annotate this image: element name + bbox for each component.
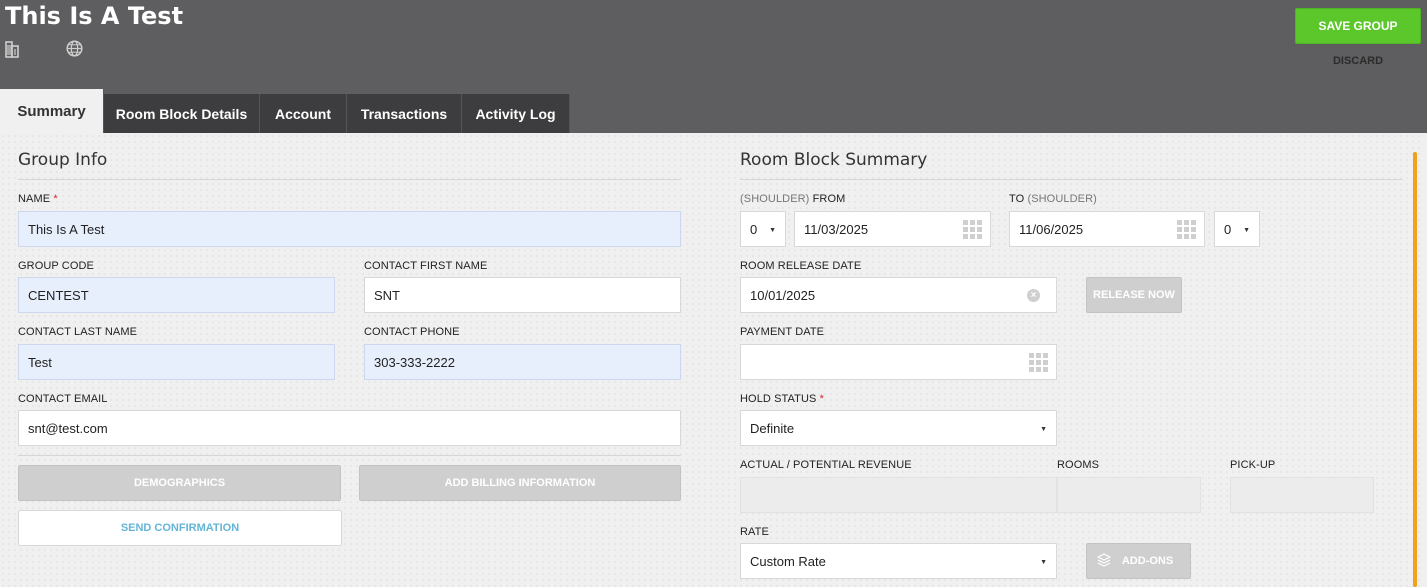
payment-date-field[interactable] bbox=[740, 344, 1057, 380]
tab-account[interactable]: Account bbox=[260, 94, 347, 133]
divider bbox=[18, 455, 681, 456]
to-shoulder-value: 0 bbox=[1224, 221, 1232, 237]
divider bbox=[18, 179, 681, 180]
to-shoulder-select[interactable]: 0 ▼ bbox=[1214, 211, 1260, 247]
required-marker: * bbox=[819, 393, 825, 405]
contact-first-name-label: CONTACT FIRST NAME bbox=[364, 260, 488, 272]
calendar-icon[interactable] bbox=[963, 220, 982, 239]
rooms-label: ROOMS bbox=[1057, 459, 1100, 471]
tab-activity-log[interactable]: Activity Log bbox=[462, 94, 570, 133]
from-date-value: 11/03/2025 bbox=[804, 221, 869, 237]
required-marker: * bbox=[53, 193, 58, 205]
release-now-button[interactable]: RELEASE NOW bbox=[1086, 277, 1182, 313]
to-label: TO (SHOULDER) bbox=[1009, 193, 1097, 205]
tab-room-block-details[interactable]: Room Block Details bbox=[104, 94, 260, 133]
add-ons-label: ADD-ONS bbox=[1121, 555, 1174, 567]
hold-status-label: HOLD STATUS * bbox=[740, 393, 825, 405]
pick-up-label: PICK-UP bbox=[1230, 459, 1276, 471]
contact-phone-field[interactable]: 303-333-2222 bbox=[364, 344, 681, 380]
rate-value: Custom Rate bbox=[750, 553, 826, 569]
to-date-value: 11/06/2025 bbox=[1019, 221, 1084, 237]
send-confirmation-button[interactable]: SEND CONFIRMATION bbox=[18, 510, 342, 546]
calendar-icon[interactable] bbox=[1029, 353, 1048, 372]
contact-phone-label: CONTACT PHONE bbox=[364, 326, 460, 338]
from-shoulder-value: 0 bbox=[750, 221, 758, 237]
divider bbox=[740, 179, 1403, 180]
contact-email-field[interactable]: snt@test.com bbox=[18, 410, 681, 446]
revenue-label: ACTUAL / POTENTIAL REVENUE bbox=[740, 459, 912, 471]
contact-first-name-field[interactable]: SNT bbox=[364, 277, 681, 313]
name-field[interactable]: This Is A Test bbox=[18, 211, 681, 247]
discard-link[interactable]: DISCARD bbox=[1295, 55, 1421, 67]
contact-last-name-field[interactable]: Test bbox=[18, 344, 335, 380]
caret-down-icon: ▼ bbox=[1040, 426, 1047, 433]
contact-email-label: CONTACT EMAIL bbox=[18, 393, 108, 405]
room-release-date-field[interactable]: 10/01/2025 × bbox=[740, 277, 1057, 313]
from-date-field[interactable]: 11/03/2025 bbox=[794, 211, 991, 247]
rooms-field bbox=[1057, 477, 1201, 513]
group-info-title: Group Info bbox=[18, 150, 108, 170]
from-label: (SHOULDER) FROM bbox=[740, 193, 846, 205]
group-code-field[interactable]: CENTEST bbox=[18, 277, 335, 313]
contact-last-name-label: CONTACT LAST NAME bbox=[18, 326, 138, 338]
add-billing-information-button[interactable]: ADD BILLING INFORMATION bbox=[359, 465, 681, 501]
building-icon[interactable] bbox=[5, 40, 21, 58]
rate-label: RATE bbox=[740, 526, 769, 538]
calendar-icon[interactable] bbox=[1177, 220, 1196, 239]
pick-up-field bbox=[1230, 477, 1374, 513]
to-date-field[interactable]: 11/06/2025 bbox=[1009, 211, 1205, 247]
page-title: This Is A Test bbox=[5, 2, 184, 30]
demographics-button[interactable]: DEMOGRAPHICS bbox=[18, 465, 341, 501]
caret-down-icon: ▼ bbox=[769, 227, 776, 234]
layers-icon bbox=[1096, 553, 1112, 570]
add-ons-button[interactable]: ADD-ONS bbox=[1086, 543, 1191, 579]
hold-status-value: Definite bbox=[750, 420, 795, 436]
save-group-button[interactable]: SAVE GROUP bbox=[1295, 8, 1421, 44]
tab-bar: Summary Room Block Details Account Trans… bbox=[0, 89, 570, 133]
group-code-label: GROUP CODE bbox=[18, 260, 94, 272]
hold-status-select[interactable]: Definite ▼ bbox=[740, 410, 1057, 446]
caret-down-icon: ▼ bbox=[1040, 559, 1047, 566]
room-block-summary-title: Room Block Summary bbox=[740, 150, 928, 170]
globe-icon[interactable] bbox=[66, 40, 83, 57]
tab-transactions[interactable]: Transactions bbox=[347, 94, 462, 133]
room-release-date-value: 10/01/2025 bbox=[750, 287, 816, 303]
tab-summary[interactable]: Summary bbox=[0, 89, 104, 133]
caret-down-icon: ▼ bbox=[1243, 227, 1250, 234]
revenue-field bbox=[740, 477, 1057, 513]
payment-date-label: PAYMENT DATE bbox=[740, 326, 825, 338]
name-label: NAME * bbox=[18, 193, 58, 205]
clear-icon[interactable]: × bbox=[1027, 289, 1040, 302]
scrollbar[interactable] bbox=[1413, 152, 1417, 587]
rate-select[interactable]: Custom Rate ▼ bbox=[740, 543, 1057, 579]
room-release-date-label: ROOM RELEASE DATE bbox=[740, 260, 862, 272]
from-shoulder-select[interactable]: 0 ▼ bbox=[740, 211, 786, 247]
